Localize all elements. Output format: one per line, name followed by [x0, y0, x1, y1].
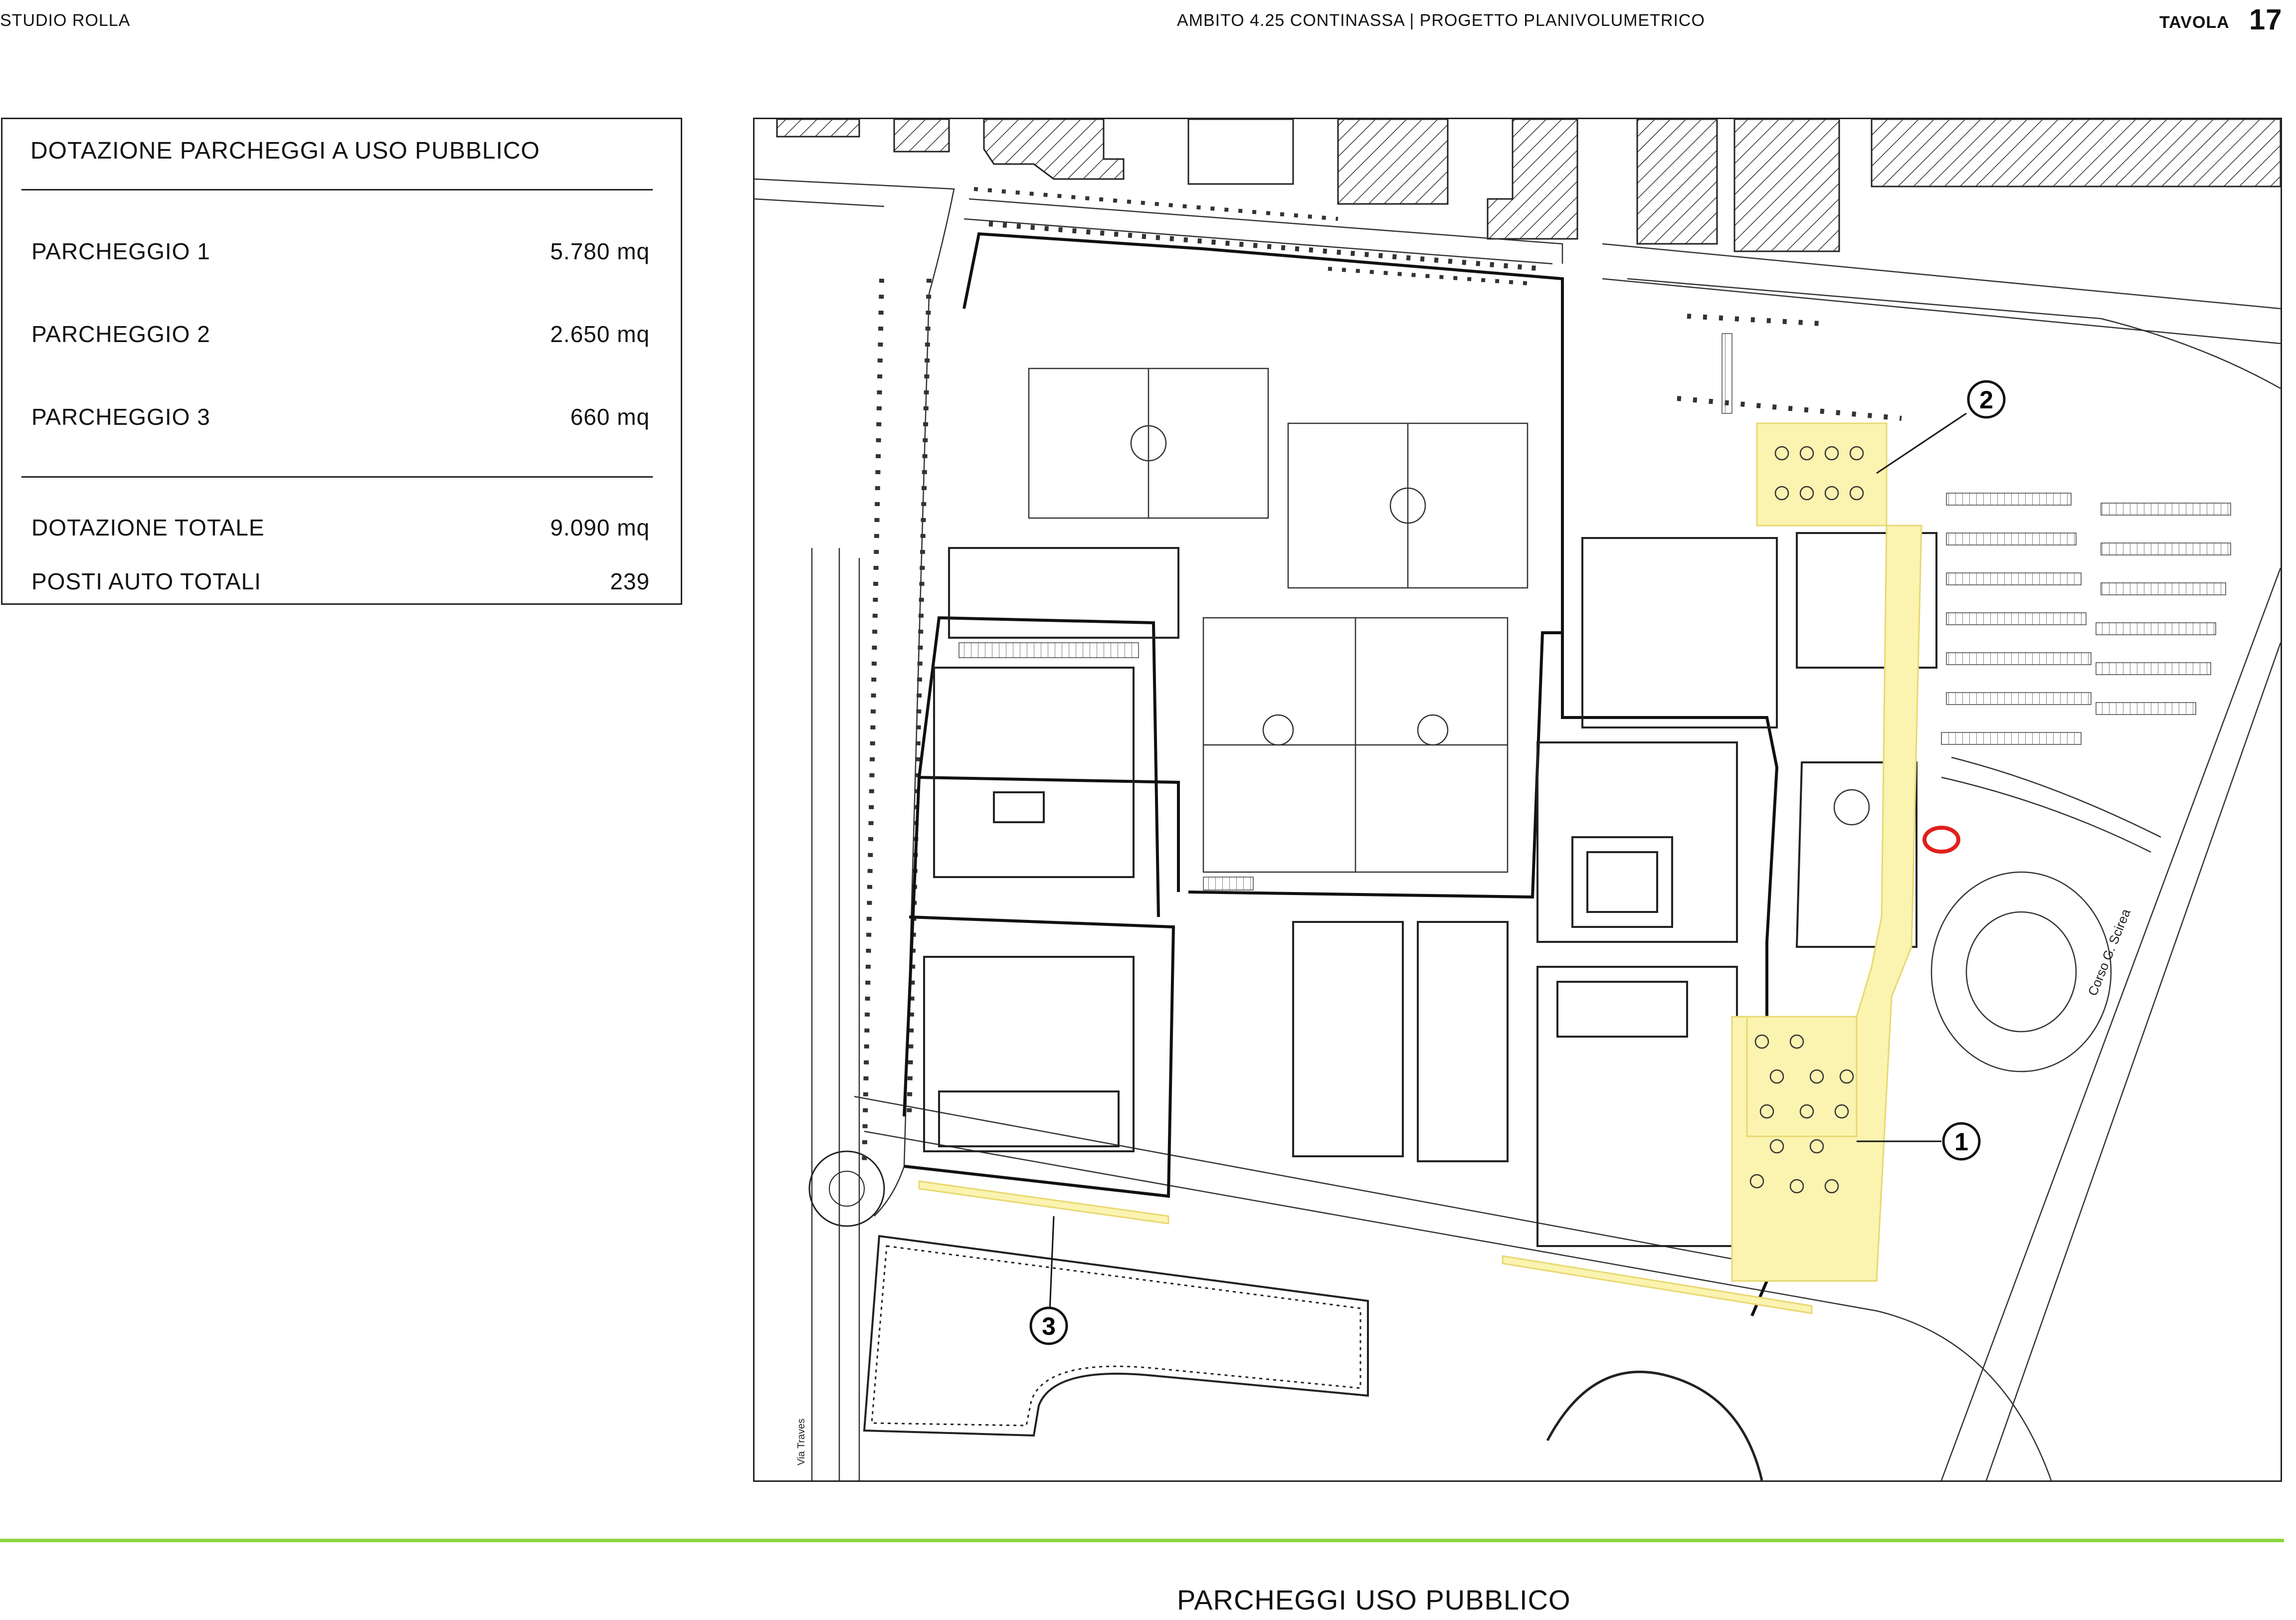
parking-1-area — [1731, 525, 1922, 1282]
roundabout — [808, 1150, 885, 1227]
east-parking-rows — [958, 333, 2231, 891]
site-plan-map[interactable]: 1 2 3 Corso G. Scirea Via Traves — [753, 118, 2282, 1482]
legend-row-value: 5.780 mq — [550, 238, 650, 264]
marker-1[interactable]: 1 — [1942, 1122, 1981, 1161]
footer-title: PARCHEGGI USO PUBBLICO — [1177, 1584, 1571, 1616]
legend-row-label: PARCHEGGIO 1 — [31, 238, 210, 264]
marker-1-label: 1 — [1954, 1128, 1968, 1156]
marker-3[interactable]: 3 — [1029, 1306, 1068, 1345]
project-perimeter — [903, 232, 1779, 1317]
marker-2[interactable]: 2 — [1967, 380, 2006, 419]
project-title: AMBITO 4.25 CONTINASSA | PROGETTO PLANIV… — [1177, 11, 1705, 30]
legend-row-label: PARCHEGGIO 3 — [31, 404, 210, 430]
lower-parking-lot — [863, 1235, 1763, 1480]
legend-divider — [21, 476, 653, 478]
parking-3-area — [918, 1180, 1169, 1225]
legend-row-value: 660 mq — [570, 404, 650, 430]
legend-row-label: DOTAZIONE TOTALE — [31, 515, 265, 540]
street-label-via-traves: Via Traves — [796, 1419, 807, 1465]
legend-divider — [21, 189, 653, 190]
parking-2-area — [1756, 422, 1888, 527]
legend-row-value: 9.090 mq — [550, 515, 650, 540]
site-plan-drawing: 1 2 3 Corso G. Scirea Via Traves — [755, 119, 2281, 1480]
legend-row-label: PARCHEGGIO 2 — [31, 321, 210, 347]
parking-legend-box: DOTAZIONE PARCHEGGI A USO PUBBLICO PARCH… — [1, 118, 682, 605]
footer-divider — [0, 1539, 2284, 1542]
legend-row-value: 239 — [610, 568, 650, 594]
legend-row-label: POSTI AUTO TOTALI — [31, 568, 261, 594]
red-annotation-mark — [1922, 826, 1960, 854]
legend-title: DOTAZIONE PARCHEGGI A USO PUBBLICO — [30, 138, 540, 164]
legend-row-value: 2.650 mq — [550, 321, 650, 347]
studio-name: STUDIO ROLLA — [0, 11, 131, 30]
tavola-number: 17 — [2249, 3, 2283, 36]
roads — [755, 178, 2281, 1480]
marker-3-label: 3 — [1042, 1312, 1056, 1340]
marker-2-label: 2 — [1979, 386, 1993, 414]
existing-buildings — [776, 119, 2281, 252]
tavola-label: TAVOLA — [2159, 13, 2230, 32]
